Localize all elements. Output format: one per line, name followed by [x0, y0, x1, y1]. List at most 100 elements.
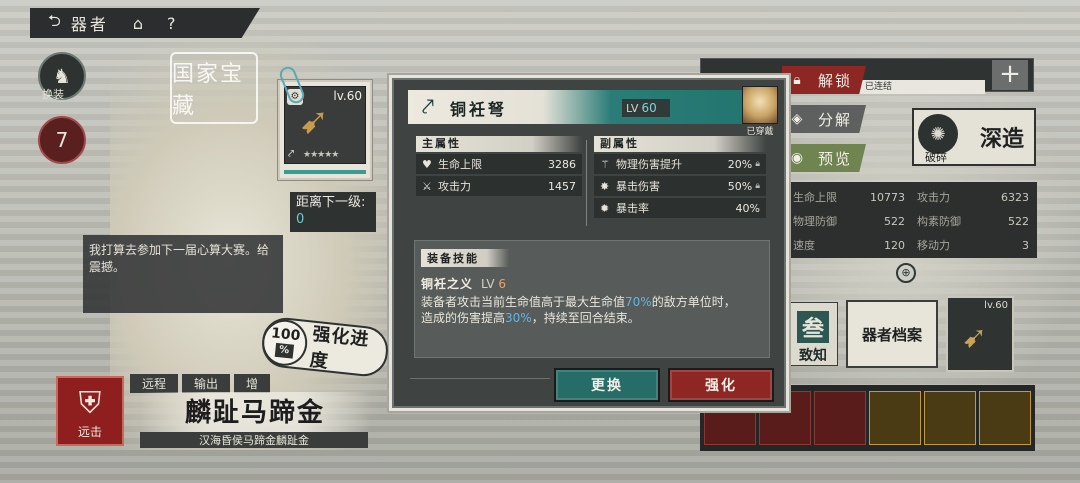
bow-icon: ⤤	[288, 147, 295, 160]
add-button[interactable]: +	[992, 60, 1028, 90]
back-arrow-icon[interactable]: ⮌	[48, 10, 61, 37]
progress-percent: 100	[270, 325, 302, 345]
sub-attributes: 副属性 ⚚ 物理伤害提升 20% 🔒︎ ✸ 暴击伤害 50% 🔒︎ ✹ 暴击率 …	[594, 136, 766, 220]
character-tag: 增	[234, 374, 271, 393]
attr-divider	[586, 140, 587, 226]
percent-sign: %	[274, 342, 294, 359]
rank-number: 叁	[797, 311, 829, 343]
page-title: 器者	[70, 15, 109, 34]
attr-row: ♥ 生命上限 3286	[416, 154, 582, 174]
weapon-level-label: LV	[626, 101, 639, 115]
unlock-label: 解锁	[818, 71, 853, 90]
main-attr-title: 主属性	[416, 136, 582, 152]
name-strip: 已连结	[855, 80, 985, 94]
enhance-progress-label: 强化进度	[308, 323, 371, 373]
attr-value: 20%	[727, 157, 753, 171]
rank-badge[interactable]: 叁 致知	[788, 302, 838, 366]
next-level-label: 距离下一级:	[296, 195, 366, 210]
stat-row: 移动力 3	[917, 238, 1029, 253]
crossed-swords-icon: ⚔	[422, 179, 432, 193]
attr-name: 暴击伤害	[616, 180, 660, 193]
crossbow-icon: ➹	[962, 320, 988, 355]
attr-row: ⚚ 物理伤害提升 20% 🔒︎	[594, 154, 766, 174]
stat-row: 攻击力 6323	[917, 190, 1029, 205]
weapon-level-value: 60	[641, 101, 657, 115]
heart-icon: ♥	[422, 157, 432, 171]
replace-label: 更换	[591, 378, 623, 394]
range-type-badge: ⛨ 远击	[56, 376, 124, 446]
equipment-skill-box: 装备技能 铜衽之义 LV 6 装备者攻击当前生命值高于最大生命值70%的敌方单位…	[414, 240, 770, 358]
attr-name: 生命上限	[438, 158, 482, 171]
top-nav-bar: ⮌ 器者 ⌂ ?	[30, 8, 260, 38]
favor-button[interactable]: 7	[38, 116, 86, 164]
weapon-name: 铜衽弩	[450, 100, 508, 119]
sword-up-icon: ⚚	[600, 157, 610, 171]
attr-value: 40%	[735, 201, 760, 215]
equipment-detail-dialog: ⤤ 铜衽弩 LV 60 已穿戴 主属性 ♥ 生命上限 3286 ⚔ 攻击力 14…	[392, 78, 786, 408]
skill-slot[interactable]	[869, 391, 921, 445]
skill-highlight: 70%	[625, 295, 652, 309]
eye-icon: ◉	[790, 150, 806, 166]
skill-slot[interactable]	[814, 391, 866, 445]
wearer-avatar[interactable]	[742, 86, 778, 124]
magnify-icon[interactable]: ⊕	[896, 263, 916, 283]
equipped-gear-slot[interactable]: lv.60 ➹	[946, 296, 1014, 372]
next-level-panel: 距离下一级: 0	[290, 192, 376, 232]
lock-icon: 🔒︎	[793, 72, 803, 88]
crossbow-icon: ➹	[299, 101, 330, 142]
decompose-button[interactable]: ◈ 分解	[782, 105, 866, 133]
crit-rate-icon: ✹	[600, 201, 610, 215]
stat-row: 生命上限 10773	[793, 190, 905, 205]
skill-slot[interactable]	[924, 391, 976, 445]
character-tag: 远程	[130, 374, 179, 393]
stat-row: 物理防御 522	[793, 214, 905, 229]
home-icon[interactable]: ⌂	[133, 14, 143, 33]
attr-row: ✸ 暴击伤害 50% 🔒︎	[594, 176, 766, 196]
diamond-icon: ◈	[791, 111, 805, 127]
deep-study-label: 深造	[979, 126, 1024, 152]
character-tags: 远程 输出 增	[130, 374, 271, 393]
range-emblem-icon: ⛨	[78, 386, 102, 421]
skill-header: 铜衽之义 LV 6	[421, 275, 763, 292]
skill-highlight: 30%	[505, 311, 532, 325]
dialog-footer-decoration	[410, 378, 550, 398]
gear-level: lv.60	[984, 300, 1008, 311]
lock-icon[interactable]: 🔒︎	[755, 159, 760, 169]
heart-icon: 7	[55, 128, 69, 152]
enhance-label: 强化	[705, 378, 737, 394]
bow-icon: ⤤	[421, 95, 435, 120]
skill-level: LV 6	[481, 277, 507, 291]
preview-label: 预览	[818, 149, 853, 168]
attribute-panel: 主属性 ♥ 生命上限 3286 ⚔ 攻击力 1457 副属性 ⚚ 物理伤害提升 …	[410, 136, 772, 224]
weapon-card-level: lv.60	[333, 89, 362, 103]
skill-section-title: 装备技能	[421, 249, 509, 267]
help-icon[interactable]: ?	[167, 14, 176, 33]
attr-row: ✹ 暴击率 40%	[594, 198, 766, 218]
range-type-label: 远击	[77, 425, 102, 439]
enhance-button[interactable]: 强化	[668, 368, 774, 402]
archive-button[interactable]: 器者档案	[846, 300, 938, 368]
main-attributes: 主属性 ♥ 生命上限 3286 ⚔ 攻击力 1457	[416, 136, 582, 198]
unlock-button[interactable]: 🔒︎ 解锁	[782, 66, 866, 94]
dialog-header: ⤤ 铜衽弩 LV 60 已穿戴	[394, 86, 784, 137]
replace-button[interactable]: 更换	[554, 368, 660, 402]
attr-row: ⚔ 攻击力 1457	[416, 176, 582, 196]
deep-study-icon: ✺	[918, 114, 958, 154]
stat-row: 构素防御 522	[917, 214, 1029, 229]
weapon-card-bar	[284, 170, 366, 174]
character-subtitle: 汉海昏侯马蹄金麟趾金	[140, 432, 368, 448]
character-dialogue: 我打算去参加下一届心算大赛。给震撼。	[83, 235, 283, 313]
skill-description: 装备者攻击当前生命值高于最大生命值70%的敌方单位时， 造成的伤害提高30%，持…	[421, 295, 736, 325]
attr-value: 1457	[548, 179, 576, 193]
decompose-label: 分解	[818, 110, 853, 129]
skill-slot[interactable]	[979, 391, 1031, 445]
sub-attr-title: 副属性	[594, 136, 766, 152]
preview-button[interactable]: ◉ 预览	[782, 144, 866, 172]
outfit-label: 换装	[42, 88, 64, 101]
stat-row: 速度 120	[793, 238, 905, 253]
deep-study-sublabel: 破碎	[925, 151, 947, 164]
skill-level-value: 6	[498, 277, 507, 291]
rank-label: 致知	[799, 348, 827, 364]
outfit-icon: ♞	[53, 64, 71, 88]
lock-icon[interactable]: 🔒︎	[755, 181, 760, 191]
